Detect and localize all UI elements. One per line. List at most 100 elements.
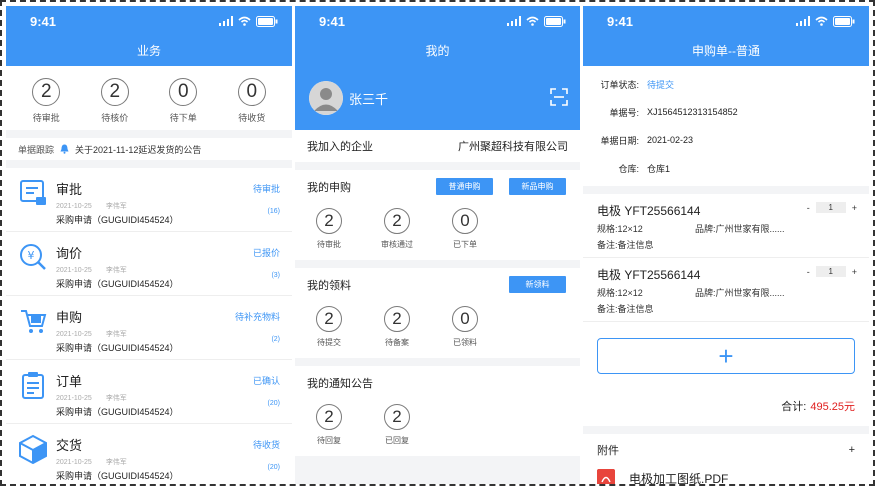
business-list: 审批 2021-10-25 李伟军 采购申请（GUGUIDI454524） 待审批…: [6, 168, 292, 484]
decrease-button[interactable]: -: [807, 203, 810, 213]
order-total: 合计: 495.25元: [583, 386, 869, 426]
company-label: 我加入的企业: [307, 141, 373, 153]
status-badge: 已确认: [252, 376, 280, 386]
item-count: (2): [271, 336, 280, 343]
mine-screen: 9:41 我的 张三千 我加入的企业 广州聚超科技有限公司 我的申购 普通申购 …: [295, 6, 580, 484]
add-attachment-button[interactable]: +: [849, 444, 855, 456]
box-icon: [19, 434, 47, 464]
item-count: (20): [267, 400, 280, 407]
stat-purchase-approved[interactable]: 2 审核通过: [363, 208, 431, 250]
increase-button[interactable]: +: [852, 267, 857, 277]
attachment-file[interactable]: 电极加工图纸.PDF: [583, 466, 869, 484]
wifi-icon: [815, 16, 828, 26]
page-title: 申购单--普通: [583, 36, 869, 66]
stat-pending-order[interactable]: 0 待下单: [149, 78, 217, 124]
item-count: (20): [267, 464, 280, 471]
stat-purchase-ordered[interactable]: 0 已下单: [431, 208, 499, 250]
item-count: (3): [271, 272, 280, 279]
quantity-input[interactable]: 1: [815, 266, 846, 277]
wifi-icon: [238, 16, 251, 26]
product-item: 电极 YFT25566144 规格:12×12 品牌:广州世家有限...... 备…: [583, 194, 869, 258]
notice-bar[interactable]: 单据跟踪 关于2021-11-12延迟发货的公告: [6, 138, 292, 160]
page-title: 业务: [6, 36, 292, 66]
my-material-section: 我的领料 新领料 2 待提交 2 待备案 0 已领料: [295, 268, 580, 358]
stat-purchase-pending-approval[interactable]: 2 待审批: [295, 208, 363, 250]
stat-material-pending-record[interactable]: 2 待备案: [363, 306, 431, 348]
stat-notice-replied[interactable]: 2 已回复: [363, 404, 431, 446]
field-doc-number: 单据号: XJ1564512313154852: [609, 107, 738, 118]
status-bar: 9:41: [295, 6, 580, 36]
bell-icon: [60, 144, 69, 154]
status-badge: 待审批: [252, 184, 280, 194]
list-item-order[interactable]: 订单 2021-10-25 李伟军 采购申请（GUGUIDI454524） 已确认…: [6, 360, 292, 424]
section-title: 我的通知公告: [307, 378, 373, 390]
product-item: 电极 YFT25566144 规格:12×12 品牌:广州世家有限...... 备…: [583, 258, 869, 322]
list-item-inquiry[interactable]: ¥ 询价 2021-10-25 李伟军 采购申请（GUGUIDI454524） 已…: [6, 232, 292, 296]
stat-material-pending-submit[interactable]: 2 待提交: [295, 306, 363, 348]
quantity-stepper[interactable]: - 1 +: [807, 266, 857, 277]
user-avatar-icon: [309, 81, 343, 115]
purchase-order-screen: 9:41 申购单--普通 订单状态: 待提交 单据号: XJ1564512313…: [583, 6, 869, 484]
order-status-value: 待提交: [647, 79, 675, 90]
stat-pending-receipt[interactable]: 0 待收货: [218, 78, 286, 124]
status-time: 9:41: [607, 13, 634, 29]
section-title: 我的领料: [307, 280, 351, 292]
quantity-input[interactable]: 1: [815, 202, 846, 213]
price-inquiry-icon: ¥: [20, 244, 46, 270]
scan-icon[interactable]: [550, 88, 568, 106]
avatar[interactable]: [309, 81, 343, 115]
approval-icon: [20, 180, 46, 205]
status-bar: 9:41: [6, 6, 292, 36]
field-warehouse[interactable]: 仓库: 仓库1: [583, 154, 869, 182]
list-item-approval[interactable]: 审批 2021-10-25 李伟军 采购申请（GUGUIDI454524） 待审批…: [6, 168, 292, 232]
order-info: 订单状态: 待提交 单据号: XJ1564512313154852 单据日期: …: [583, 66, 869, 186]
battery-icon: [256, 15, 278, 27]
stat-material-collected[interactable]: 0 已领料: [431, 306, 499, 348]
status-badge: 已报价: [252, 248, 280, 258]
cart-icon: [21, 310, 47, 333]
stat-pending-pricing[interactable]: 2 待核价: [81, 78, 149, 124]
status-bar: 9:41: [583, 6, 869, 36]
svg-text:¥: ¥: [28, 249, 35, 262]
profile-header: 张三千: [295, 66, 580, 130]
notice-label: 单据跟踪: [18, 144, 55, 155]
battery-icon: [544, 15, 566, 27]
status-time: 9:41: [319, 13, 346, 29]
list-item-delivery[interactable]: 交货 2021-10-25 李伟军 采购申请（GUGUIDI454524） 待收货…: [6, 424, 292, 484]
list-item-purchase[interactable]: 申购 2021-10-25 李伟军 采购申请（GUGUIDI454524） 待补充…: [6, 296, 292, 360]
attachment-section: 附件 + 电极加工图纸.PDF: [583, 434, 869, 484]
signal-icon: [507, 16, 521, 26]
stat-pending-approval[interactable]: 2 待审批: [12, 78, 80, 124]
product-list: 电极 YFT25566144 规格:12×12 品牌:广州世家有限...... 备…: [583, 194, 869, 426]
status-badge: 待收货: [252, 440, 280, 450]
quantity-stepper[interactable]: - 1 +: [807, 202, 857, 213]
normal-purchase-button[interactable]: 普通申购: [436, 178, 493, 195]
clipboard-icon: [22, 372, 44, 399]
new-material-button[interactable]: 新领料: [509, 276, 566, 293]
notice-text: 关于2021-11-12延迟发货的公告: [75, 144, 202, 155]
increase-button[interactable]: +: [852, 203, 857, 213]
wifi-icon: [526, 16, 539, 26]
company-row[interactable]: 我加入的企业 广州聚超科技有限公司: [295, 130, 580, 162]
pdf-file-icon: [597, 469, 615, 484]
user-name: 张三千: [349, 91, 389, 107]
field-order-status: 订单状态: 待提交: [600, 79, 675, 90]
attachment-label: 附件: [597, 445, 619, 457]
page-title: 我的: [295, 36, 580, 66]
business-screen: 9:41 业务 2 待审批 2 待核价 0 待下单 0 待收货 单据跟踪 关于2…: [6, 6, 292, 484]
field-doc-date: 单据日期: 2021-02-23: [600, 135, 694, 146]
add-product-button[interactable]: +: [597, 338, 855, 374]
status-badge: 待补充物料: [234, 312, 280, 322]
my-purchase-section: 我的申购 普通申购 新品申购 2 待审批 2 审核通过 0 已下单: [295, 170, 580, 260]
total-amount: 495.25元: [810, 401, 855, 413]
section-title: 我的申购: [307, 182, 351, 194]
my-notice-section: 我的通知公告 2 待回复 2 已回复: [295, 366, 580, 456]
new-product-purchase-button[interactable]: 新品申购: [509, 178, 566, 195]
status-time: 9:41: [30, 13, 57, 29]
company-name: 广州聚超科技有限公司: [458, 141, 568, 153]
item-count: (16): [267, 208, 280, 215]
decrease-button[interactable]: -: [807, 267, 810, 277]
stat-notice-pending-reply[interactable]: 2 待回复: [295, 404, 363, 446]
signal-icon: [796, 16, 810, 26]
battery-icon: [833, 15, 855, 27]
